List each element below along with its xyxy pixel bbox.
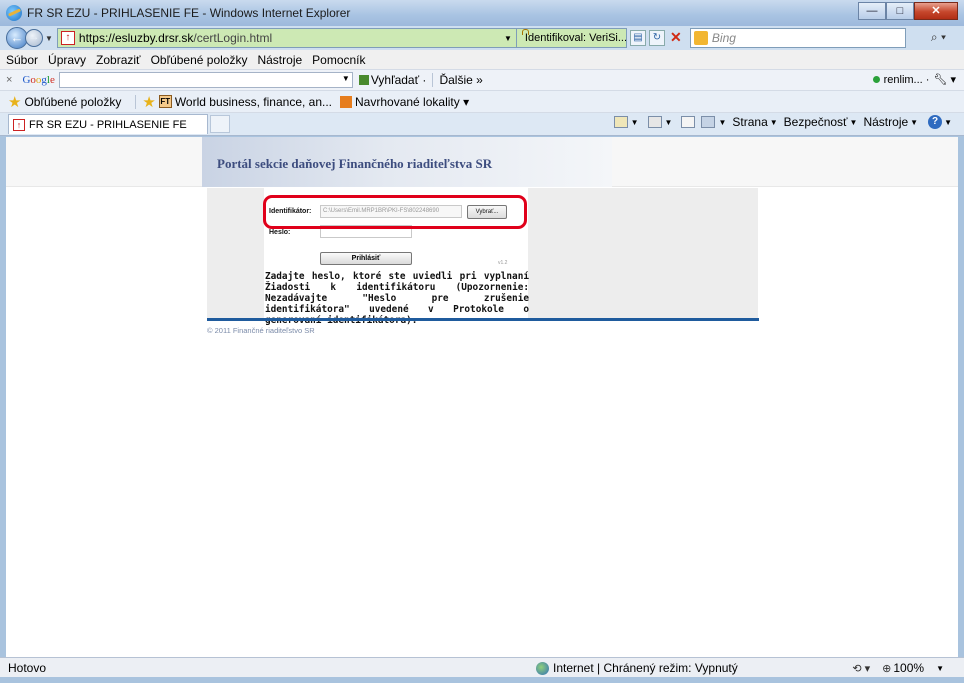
search-magnifier-icon[interactable]: ⌕ ▾	[931, 30, 946, 45]
status-dot-icon	[872, 76, 880, 83]
login-button[interactable]: Prihlásiť	[320, 252, 412, 265]
zoom-control[interactable]: ⟲ ▾ ⊕ 100% ▼	[852, 661, 944, 675]
star-icon: ★	[8, 93, 22, 111]
stop-icon[interactable]: ✕	[668, 30, 684, 46]
menu-edit[interactable]: Úpravy	[48, 53, 86, 67]
history-dropdown-icon[interactable]: ▼	[45, 34, 53, 43]
google-more-button[interactable]: Ďalšie »	[439, 73, 482, 87]
site-favicon-icon: ↑	[60, 31, 75, 45]
tab-favicon-icon: ↑	[13, 118, 25, 131]
home-icon[interactable]	[613, 116, 628, 128]
menu-view[interactable]: Zobraziť	[96, 53, 141, 67]
toolbar-close-icon[interactable]: ×	[6, 74, 12, 86]
command-bar: ▼ ▼ ▼ Strana ▼ Bezpečnosť ▼ Nástroje ▼ ? ▼	[611, 115, 958, 129]
tab-active-label: FR SR EZU - PRIHLASENIE FE	[29, 118, 187, 131]
close-button[interactable]: ✕	[914, 2, 958, 20]
certificate-label: Identifikoval: VeriSi...	[524, 32, 627, 44]
wrench-icon[interactable]: 🔧︎ ▾	[933, 73, 956, 86]
portal-title: Portál sekcie daňovej Finančného riadite…	[217, 156, 493, 171]
favorites-separator	[135, 94, 137, 109]
menu-bar: Súbor Úpravy Zobraziť Obľúbené položky N…	[0, 50, 964, 70]
favorite-link-suggested-label: Navrhované lokality ▾	[355, 94, 470, 109]
identifier-highlight-annotation	[263, 195, 527, 229]
help-dropdown-icon[interactable]: ▼	[944, 118, 952, 127]
search-input[interactable]: Bing	[689, 28, 906, 48]
maximize-button[interactable]: □	[886, 2, 914, 20]
menu-file[interactable]: Súbor	[6, 53, 38, 67]
favorites-label: Obľúbené položky	[24, 94, 122, 109]
page-menu[interactable]: Strana	[732, 115, 767, 129]
page-viewport[interactable]: Portál sekcie daňovej Finančného riadite…	[6, 137, 958, 657]
google-user-area[interactable]: renlim... · 🔧︎ ▾	[872, 73, 956, 86]
tab-active[interactable]: ↑ FR SR EZU - PRIHLASENIE FE	[8, 114, 208, 134]
google-search-button[interactable]: Vyhľadať ·	[358, 73, 427, 87]
protected-mode-icon[interactable]: ⟲ ▾	[852, 662, 870, 675]
window-bottom-border	[0, 677, 964, 683]
url-host: https://esluzby.drsr.sk	[78, 31, 194, 45]
password-label: Heslo:	[269, 229, 291, 236]
feeds-dropdown-icon[interactable]: ▼	[665, 118, 673, 127]
version-label: v1.2	[498, 260, 508, 266]
window-title: FR SR EZU - PRIHLASENIE FE - Windows Int…	[27, 6, 351, 20]
feeds-icon[interactable]	[647, 116, 662, 128]
security-zone-label: Internet | Chránený režim: Vypnutý	[553, 661, 738, 675]
certificate-indicator[interactable]: Identifikoval: VeriSi...	[516, 28, 627, 48]
zoom-dropdown-icon[interactable]: ▼	[936, 664, 944, 673]
favorite-link-ft[interactable]: FT World business, finance, an...	[158, 94, 333, 109]
favorite-link-suggested[interactable]: Navrhované lokality ▾	[340, 95, 469, 109]
favorites-bar: ★ Obľúbené položky ★ FT World business, …	[0, 91, 964, 113]
minimize-button[interactable]: —	[858, 2, 886, 20]
footer-rule	[207, 318, 759, 321]
new-tab-button[interactable]	[209, 115, 230, 133]
url-path: /certLogin.html	[193, 31, 273, 45]
zoom-level: 100%	[893, 661, 925, 675]
suggested-sites-icon	[340, 95, 353, 108]
add-favorite-icon[interactable]: ★	[142, 93, 155, 111]
status-text: Hotovo	[8, 660, 47, 675]
google-user-label: renlim... ·	[883, 73, 930, 86]
bing-icon	[693, 31, 708, 45]
safety-menu[interactable]: Bezpečnosť	[784, 115, 848, 129]
favorites-button[interactable]: ★ Obľúbené položky	[8, 93, 121, 111]
compatibility-icon[interactable]: ▤	[629, 30, 646, 46]
url-field[interactable]: ↑ https://esluzby.drsr.sk/certLogin.html…	[56, 28, 517, 48]
menu-favorites[interactable]: Obľúbené položky	[151, 53, 248, 67]
security-zone[interactable]: Internet | Chránený režim: Vypnutý	[536, 661, 738, 675]
window-controls: — □ ✕	[858, 2, 958, 20]
google-logo: Google	[22, 74, 55, 86]
page-dropdown-icon[interactable]: ▼	[770, 118, 778, 127]
window-titlebar: FR SR EZU - PRIHLASENIE FE - Windows Int…	[0, 0, 964, 26]
google-search-input[interactable]	[58, 72, 353, 88]
google-search-label: Vyhľadať ·	[370, 73, 427, 87]
forward-button[interactable]: →	[25, 29, 43, 47]
menu-help[interactable]: Pomocník	[312, 53, 365, 67]
help-icon[interactable]: ?	[928, 115, 943, 129]
ie-logo-icon	[6, 5, 22, 21]
status-bar: Hotovo Internet | Chránený režim: Vypnut…	[0, 657, 964, 677]
zoom-icon: ⊕	[882, 662, 892, 675]
search-placeholder: Bing	[711, 31, 736, 45]
safety-dropdown-icon[interactable]: ▼	[850, 118, 858, 127]
tools-dropdown-icon[interactable]: ▼	[910, 118, 918, 127]
mail-icon[interactable]	[681, 116, 696, 128]
address-toolbar: ← → ▼ ↑ https://esluzby.drsr.sk/certLogi…	[0, 26, 964, 50]
tools-menu[interactable]: Nástroje	[863, 115, 908, 129]
google-toolbar: × Google Vyhľadať · Ďalšie »	[0, 70, 964, 91]
url-dropdown-icon[interactable]: ▼	[504, 34, 512, 43]
copyright-text: © 2011 Finančné riaditeľstvo SR	[207, 326, 315, 335]
google-search-icon	[358, 75, 369, 85]
refresh-icon[interactable]: ↻	[648, 30, 665, 46]
home-dropdown-icon[interactable]: ▼	[631, 118, 639, 127]
globe-icon	[536, 661, 549, 675]
toolbar-separator	[432, 73, 434, 87]
favorite-link-ft-label: World business, finance, an...	[174, 94, 333, 109]
ft-icon: FT	[158, 95, 172, 108]
portal-banner: Portál sekcie daňovej Finančného riadite…	[202, 137, 612, 187]
print-dropdown-icon[interactable]: ▼	[718, 118, 726, 127]
print-icon[interactable]	[701, 116, 716, 128]
menu-tools[interactable]: Nástroje	[257, 53, 302, 67]
